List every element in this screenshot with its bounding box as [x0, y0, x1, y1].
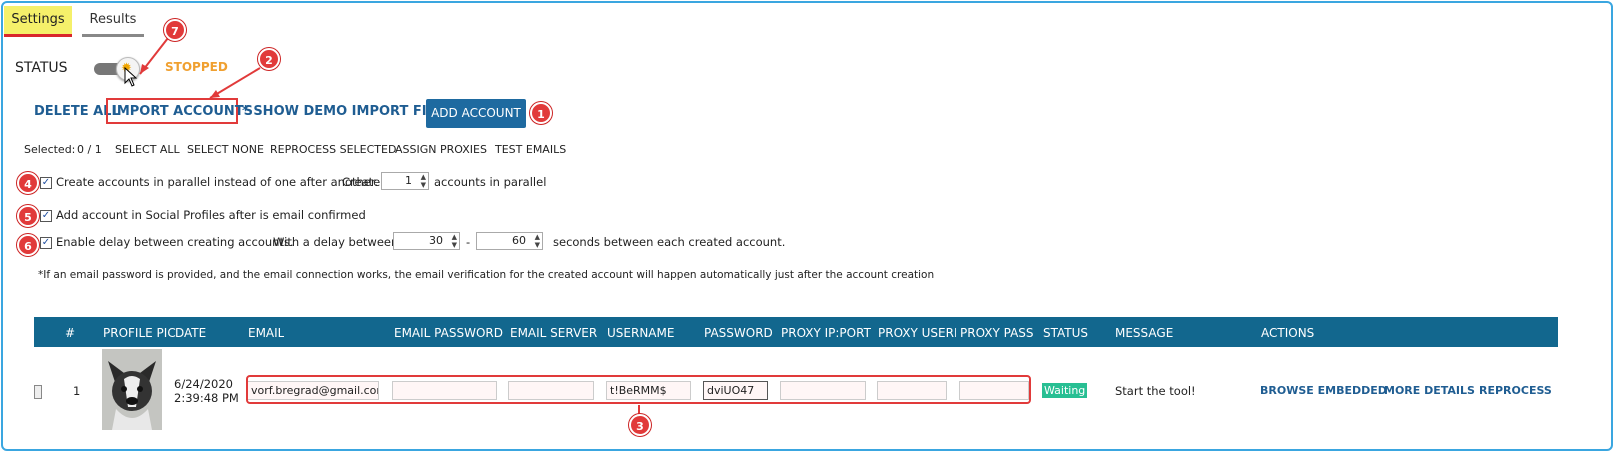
annotation-badge-3: 3	[629, 414, 651, 436]
annotation-badge-4: 4	[17, 172, 39, 194]
annotation-badge-1: 1	[530, 102, 552, 124]
annotation-badge-6: 6	[17, 234, 39, 256]
annotation-badge-5: 5	[17, 205, 39, 227]
annotation-badge-7: 7	[164, 19, 186, 41]
annotation-badge-2: 2	[258, 48, 280, 70]
annotation-arrows	[139, 37, 640, 415]
